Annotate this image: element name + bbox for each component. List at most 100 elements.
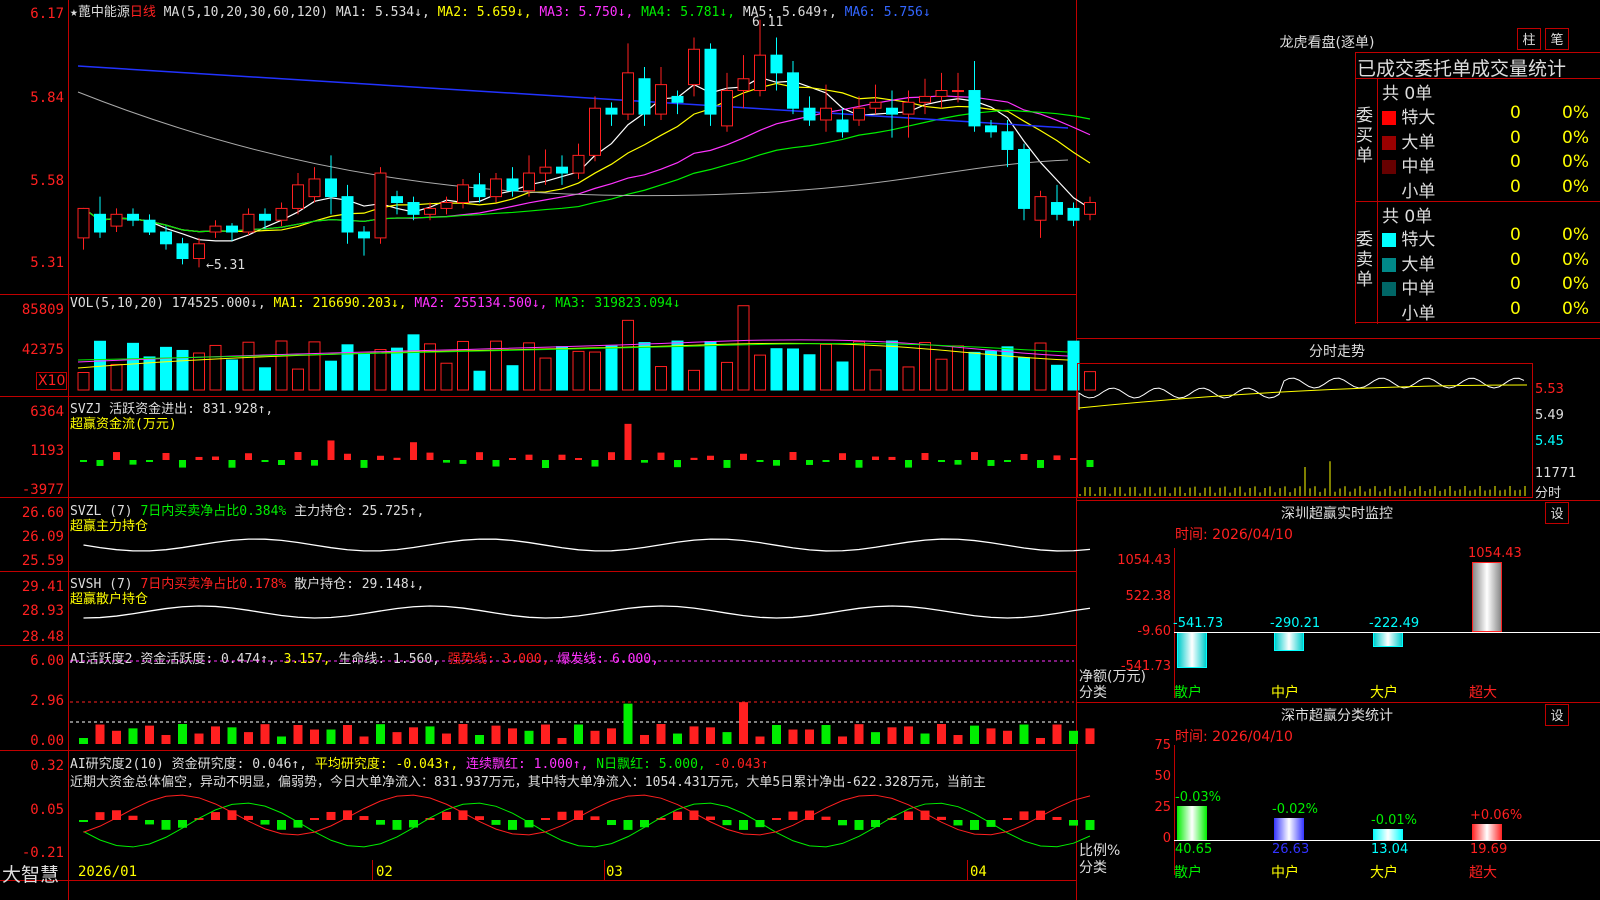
volume-bar: [605, 345, 618, 391]
fund-flow-bar: [1037, 460, 1044, 468]
candle: [407, 202, 420, 215]
research-bar: [260, 820, 270, 825]
right-panel: 龙虎看盘(逐单) 柱 笔 已成交委托单成交量统计 委买单 委卖单 共 0单 共 …: [1077, 0, 1600, 900]
candle: [919, 95, 931, 103]
fund-flow-bar: [212, 456, 219, 460]
order-percent: 0%: [1562, 249, 1589, 270]
activity-bar: [458, 724, 468, 744]
volume-bar: [985, 350, 997, 391]
activity-bar: [392, 732, 402, 744]
research-bar: [1052, 816, 1062, 820]
research-bar: [706, 816, 715, 820]
fund-flow-bar: [822, 460, 830, 462]
research-bar: [937, 816, 946, 820]
fund-flow-bar: [393, 457, 401, 460]
order-color-swatch: [1382, 257, 1396, 272]
activity-bar: [953, 735, 963, 744]
activity-bar: [194, 733, 204, 744]
research-bar: [458, 810, 468, 820]
fund-flow-bar: [773, 460, 780, 466]
research-bar: [1019, 811, 1029, 820]
class-settings-button[interactable]: 设: [1545, 704, 1569, 726]
volume-bar: [869, 369, 882, 391]
research-bar: [277, 820, 286, 830]
research-bar: [854, 820, 864, 830]
order-percent: 0%: [1562, 274, 1589, 294]
intraday-price-label: 5.53: [1535, 382, 1564, 397]
order-type: 小单: [1401, 181, 1436, 202]
volume-bar: [1018, 357, 1030, 391]
volume-bar: [457, 340, 469, 391]
volume-bar: [1001, 346, 1014, 391]
research-bar: [359, 816, 369, 820]
candle: [143, 219, 156, 233]
class-y-label: 0: [1162, 831, 1171, 846]
monitor-bar: [1472, 562, 1502, 632]
volume-bar: [803, 354, 816, 391]
volume-bar: [407, 334, 420, 391]
order-row: 小单 0 0%: [1382, 177, 1600, 202]
research-bar: [970, 820, 979, 830]
order-percent: 0%: [1562, 225, 1589, 245]
fund-flow-bar: [278, 460, 285, 465]
volume-bar: [787, 348, 799, 391]
activity-bar: [1003, 730, 1012, 744]
activity-bar: [161, 734, 171, 744]
fund-flow-bar: [938, 460, 945, 462]
volume-bar: [589, 351, 601, 391]
class-category-label: 分类: [1079, 860, 1107, 876]
monitor-settings-button[interactable]: 设: [1545, 502, 1569, 524]
research-bar: [227, 810, 237, 820]
candle: [985, 125, 997, 133]
class-time: 时间: 2026/04/10: [1175, 729, 1293, 745]
order-color-swatch: [1382, 282, 1396, 296]
research-bar: [326, 811, 336, 820]
volume-bar: [655, 366, 667, 391]
candle: [341, 196, 354, 233]
research-bar: [211, 812, 220, 820]
volume-bar: [275, 340, 288, 391]
candle: [457, 184, 469, 204]
fund-flow-bar: [806, 460, 813, 465]
tick-mode-button[interactable]: 笔: [1545, 28, 1569, 50]
fund-flow-bar: [129, 460, 137, 465]
activity-bar: [475, 735, 484, 744]
fund-flow-bar: [707, 455, 714, 460]
buy-total: 共 0单: [1382, 84, 1433, 104]
order-count: 0: [1510, 225, 1521, 245]
activity-bar: [821, 725, 831, 744]
candle: [787, 72, 799, 109]
research-bar: [623, 820, 633, 830]
intraday-chart[interactable]: [1077, 363, 1533, 498]
volume-bar: [391, 347, 403, 391]
monitor-value: -290.21: [1270, 616, 1321, 631]
candle: [688, 48, 700, 86]
candle: [869, 101, 882, 109]
activity-bar: [409, 727, 418, 744]
main-chart-area[interactable]: 6.17 5.84 5.58 5.31 85809 42375 X10 6364…: [0, 0, 1528, 900]
fund-flow-bar: [509, 458, 516, 460]
volume-bar: [688, 369, 700, 391]
fund-flow-bar: [261, 460, 269, 462]
research-bar: [590, 816, 600, 820]
candle: [886, 107, 898, 115]
order-type: 特大: [1401, 108, 1436, 128]
candle: [193, 243, 205, 260]
monitor-category: 散户: [1174, 685, 1202, 701]
volume-bar: [902, 366, 915, 391]
activity-bar: [112, 730, 121, 744]
bar-mode-button[interactable]: 柱: [1517, 28, 1541, 50]
candle: [968, 90, 981, 127]
order-percent: 0%: [1562, 152, 1589, 172]
svsh-line: [83, 605, 1091, 619]
fund-flow-bar: [542, 460, 549, 468]
candle: [308, 178, 321, 198]
volume-bar: [737, 305, 750, 391]
research-bar: [112, 810, 121, 820]
activity-bar: [887, 727, 897, 744]
volume-bar: [770, 348, 783, 391]
research-bar: [376, 820, 385, 825]
candle: [803, 107, 816, 121]
candle: [127, 213, 139, 221]
class-y-label: 50: [1154, 769, 1171, 784]
